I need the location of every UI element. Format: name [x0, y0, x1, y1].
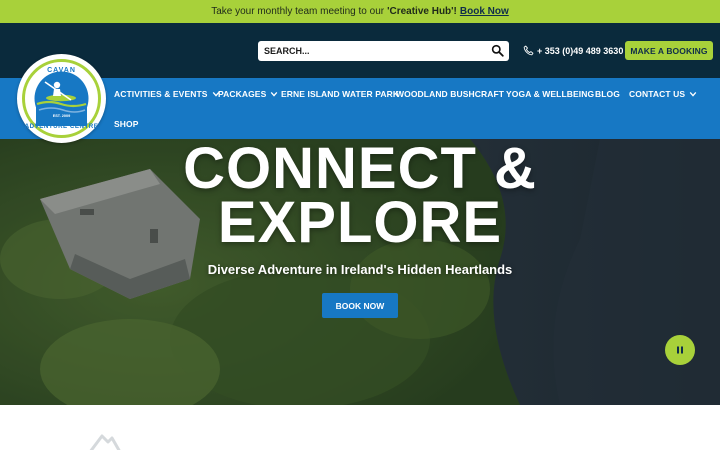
nav-item-label: CONTACT US — [629, 89, 686, 99]
search-box — [258, 41, 509, 61]
announcement-highlight: 'Creative Hub'! — [387, 6, 457, 17]
video-pause-button[interactable] — [665, 335, 695, 365]
svg-text:EST. 2009: EST. 2009 — [53, 114, 71, 118]
svg-text:ADVENTURE CENTRE: ADVENTURE CENTRE — [25, 123, 99, 130]
main-nav: ACTIVITIES & EVENTS PACKAGES ERNE ISLAND… — [0, 78, 720, 139]
nav-item-shop[interactable]: SHOP — [114, 119, 139, 129]
nav-item-label: ACTIVITIES & EVENTS — [114, 89, 208, 99]
phone-icon — [523, 45, 534, 56]
nav-item-activities-events[interactable]: ACTIVITIES & EVENTS — [114, 89, 220, 99]
chevron-down-icon — [271, 91, 278, 97]
nav-item-label: YOGA & WELLBEING — [506, 89, 595, 99]
nav-item-yoga-wellbeing[interactable]: YOGA & WELLBEING — [506, 89, 594, 99]
nav-item-label: PACKAGES — [218, 89, 267, 99]
announcement-book-link[interactable]: Book Now — [460, 6, 509, 17]
top-utility-bar: + 353 (0)49 489 3630 MAKE A BOOKING — [0, 23, 720, 78]
book-now-button[interactable]: BOOK NOW — [322, 293, 398, 318]
nav-item-contact-us[interactable]: CONTACT US — [629, 89, 697, 99]
page: Take your monthly team meeting to our 'C… — [0, 0, 720, 450]
announcement-bar: Take your monthly team meeting to our 'C… — [0, 0, 720, 23]
hero-banner: CONNECT & EXPLORE Diverse Adventure in I… — [0, 139, 720, 405]
nav-item-packages[interactable]: PACKAGES — [218, 89, 278, 99]
pause-icon — [677, 346, 683, 354]
mountain-icon — [89, 434, 121, 450]
svg-text:CAVAN: CAVAN — [47, 67, 76, 74]
chevron-down-icon — [689, 91, 697, 97]
hero-title-line2: EXPLORE — [217, 190, 503, 255]
nav-item-blog[interactable]: BLOG — [595, 89, 620, 99]
site-logo[interactable]: CAVAN ADVENTURE CENTRE EST. 2009 — [17, 54, 106, 143]
search-input[interactable] — [264, 46, 484, 56]
logo-emblem: CAVAN ADVENTURE CENTRE EST. 2009 — [22, 59, 101, 138]
phone-number: + 353 (0)49 489 3630 — [537, 45, 624, 56]
search-icon[interactable] — [491, 44, 504, 57]
nav-item-label: WOODLAND BUSHCRAFT — [396, 89, 505, 99]
make-a-booking-button[interactable]: MAKE A BOOKING — [625, 41, 713, 60]
phone-link[interactable]: + 353 (0)49 489 3630 — [523, 45, 623, 56]
nav-item-label: SHOP — [114, 119, 139, 129]
announcement-text: Take your monthly team meeting to our — [211, 6, 385, 17]
nav-item-erne-island-water-park[interactable]: ERNE ISLAND WATER PARK — [281, 89, 399, 99]
nav-item-label: BLOG — [595, 89, 620, 99]
nav-item-label: ERNE ISLAND WATER PARK — [281, 89, 400, 99]
hero-subtitle: Diverse Adventure in Ireland's Hidden He… — [207, 262, 513, 277]
hero-title-line1: CONNECT & — [183, 139, 537, 201]
nav-item-woodland-bushcraft[interactable]: WOODLAND BUSHCRAFT — [396, 89, 504, 99]
